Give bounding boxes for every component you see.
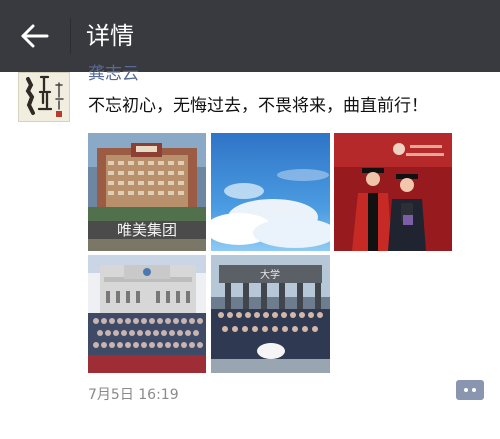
comment-more-icon[interactable] <box>456 380 484 400</box>
avatar[interactable] <box>18 72 70 122</box>
calligraphy-avatar-image <box>19 73 69 121</box>
username-link[interactable]: 龚志云 <box>88 64 139 84</box>
comment-dot-icon <box>464 388 468 392</box>
header-divider <box>70 18 71 54</box>
comment-dot-icon <box>472 388 476 392</box>
group-photo-image <box>88 255 206 373</box>
post-text: 不忘初心，无悔过去，不畏将来，曲直前行！ <box>88 96 428 116</box>
photo-group-gate[interactable]: 大学 <box>211 255 330 373</box>
arrow-left-icon[interactable] <box>18 20 52 52</box>
photo-building[interactable]: 唯美集团 <box>88 133 206 251</box>
gate-caption: 大学 <box>260 268 280 281</box>
moments-detail-screen: 详情 龚志云 不忘初心，无悔过去，不畏将来，曲直前行！ 唯美集团 大学 7月5日… <box>0 0 500 439</box>
timestamp: 7月5日 16:19 <box>88 387 179 403</box>
photo-caption: 唯美集团 <box>117 221 177 239</box>
gate-group-photo-image: 大学 <box>211 255 330 373</box>
navigation-bar: 详情 <box>0 0 500 72</box>
graduation-photo-image <box>334 133 452 251</box>
photo-graduates[interactable] <box>334 133 452 251</box>
photo-group-building[interactable] <box>88 255 206 373</box>
page-title: 详情 <box>86 22 134 50</box>
building-photo-image: 唯美集团 <box>88 133 206 251</box>
photo-sky[interactable] <box>211 133 330 251</box>
sky-photo-image <box>211 133 330 251</box>
